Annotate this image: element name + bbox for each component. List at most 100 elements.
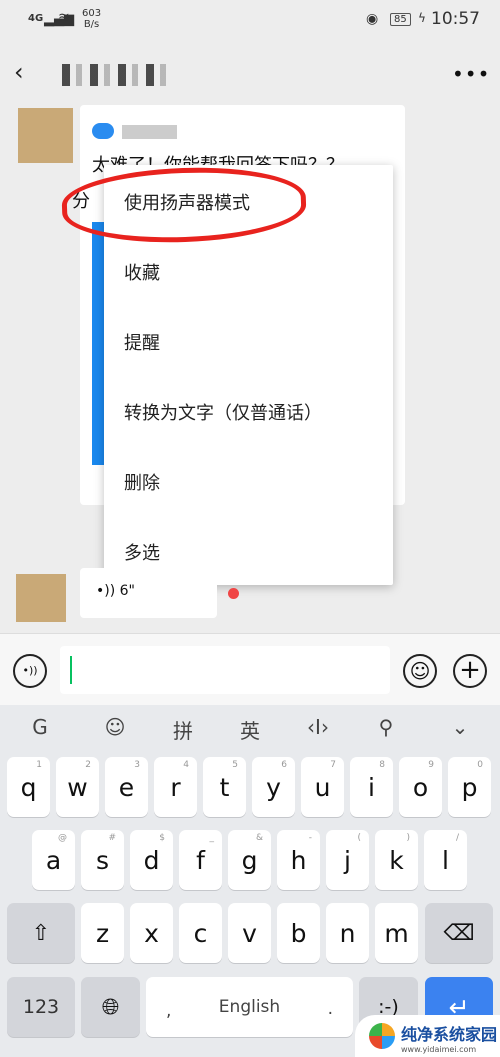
key-label: e bbox=[118, 772, 135, 802]
key-d[interactable]: $ d bbox=[130, 830, 173, 890]
message-input[interactable] bbox=[60, 646, 390, 694]
voice-duration: 6" bbox=[119, 583, 135, 599]
key-hint: ) bbox=[406, 833, 410, 843]
more-button[interactable]: ••• bbox=[452, 62, 490, 86]
unread-dot bbox=[228, 588, 239, 599]
keyboard-toolbar-button[interactable]: ⚲ bbox=[366, 715, 406, 739]
key-y[interactable]: 6y bbox=[252, 757, 295, 817]
menu-item-remind[interactable]: 提醒 bbox=[124, 329, 160, 355]
key-k[interactable]: ) k bbox=[375, 830, 418, 890]
keyboard-toolbar-button[interactable]: 拼 bbox=[163, 715, 203, 744]
status-bar: 4G ▂▄▆ ≋ 603 B/s ◉ 85 ϟ 10:57 bbox=[0, 0, 500, 40]
key-hint: / bbox=[455, 833, 459, 843]
menu-item-favorite[interactable]: 收藏 bbox=[124, 259, 160, 285]
key-q[interactable]: 1q bbox=[7, 757, 50, 817]
key-c[interactable]: c bbox=[179, 903, 222, 963]
key-t[interactable]: 5t bbox=[203, 757, 246, 817]
key-e[interactable]: 3e bbox=[105, 757, 148, 817]
back-button[interactable]: ‹ bbox=[14, 58, 24, 86]
space-key[interactable]: , English. bbox=[146, 977, 353, 1037]
key-label: g bbox=[241, 845, 258, 875]
key-label: j bbox=[344, 845, 351, 875]
voice-input-button[interactable]: •)) bbox=[13, 654, 47, 688]
voice-message[interactable]: •)) 6" bbox=[80, 568, 217, 618]
keyboard-toolbar-button[interactable]: ⌄ bbox=[440, 715, 480, 739]
key-g[interactable]: & g bbox=[228, 830, 271, 890]
key-hint: 6 bbox=[281, 760, 287, 770]
key-label: h bbox=[290, 845, 307, 875]
backspace-key[interactable]: ⌫ bbox=[425, 903, 493, 963]
key-h[interactable]: -h bbox=[277, 830, 320, 890]
key-hint: - bbox=[308, 833, 312, 843]
shift-icon: ⇧ bbox=[31, 920, 51, 946]
keyboard-toolbar-button[interactable]: G bbox=[20, 715, 60, 739]
menu-item-delete[interactable]: 删除 bbox=[124, 469, 160, 495]
backspace-icon: ⌫ bbox=[443, 920, 475, 946]
key-hint: 7 bbox=[330, 760, 336, 770]
numbers-key[interactable]: 123 bbox=[7, 977, 75, 1037]
key-label: l bbox=[442, 845, 449, 875]
app-icon bbox=[92, 123, 114, 139]
key-u[interactable]: 7u bbox=[301, 757, 344, 817]
key-w[interactable]: 2w bbox=[56, 757, 99, 817]
battery-icon: 85 bbox=[390, 13, 411, 26]
key-l[interactable]: / l bbox=[424, 830, 467, 890]
key-a[interactable]: @ a bbox=[32, 830, 75, 890]
key-label: f bbox=[196, 845, 205, 875]
key-label: p bbox=[461, 772, 478, 802]
key-label: t bbox=[219, 772, 230, 802]
key-label: r bbox=[170, 772, 181, 802]
clock: 10:57 bbox=[431, 9, 480, 29]
key-n[interactable]: n bbox=[326, 903, 369, 963]
sender-redacted bbox=[122, 125, 177, 139]
key-hint: ( bbox=[357, 833, 361, 843]
key-hint: _ bbox=[209, 833, 215, 843]
key-hint: 1 bbox=[36, 760, 42, 770]
keyboard-toolbar-button[interactable]: ‹I› bbox=[298, 715, 338, 739]
key-b[interactable]: b bbox=[277, 903, 320, 963]
key-label: k bbox=[389, 845, 404, 875]
key-i[interactable]: 8i bbox=[350, 757, 393, 817]
menu-item-multiselect[interactable]: 多选 bbox=[124, 539, 160, 565]
period-hint: . bbox=[327, 999, 333, 1019]
key-label: q bbox=[20, 772, 37, 802]
key-label: d bbox=[143, 845, 160, 875]
key-x[interactable]: x bbox=[130, 903, 173, 963]
key-r[interactable]: 4r bbox=[154, 757, 197, 817]
key-hint: # bbox=[108, 833, 116, 843]
watermark-title: 纯净系统家园 bbox=[401, 1025, 498, 1044]
charging-icon: ϟ bbox=[418, 11, 426, 25]
key-hint: 4 bbox=[183, 760, 189, 770]
key-m[interactable]: m bbox=[375, 903, 418, 963]
plus-button[interactable]: + bbox=[453, 654, 487, 688]
globe-icon: 🌐︎ bbox=[101, 994, 120, 1020]
key-z[interactable]: z bbox=[81, 903, 124, 963]
key-j[interactable]: (j bbox=[326, 830, 369, 890]
eye-comfort-icon: ◉ bbox=[366, 11, 379, 27]
watermark-url: www.yidaimei.com bbox=[401, 1045, 477, 1054]
preview-image bbox=[92, 222, 104, 465]
key-f[interactable]: _ f bbox=[179, 830, 222, 890]
key-hint: 2 bbox=[85, 760, 91, 770]
voice-icon: •)) bbox=[96, 583, 120, 599]
text-cursor bbox=[70, 656, 72, 684]
chat-title-redacted bbox=[62, 64, 172, 86]
shift-key[interactable]: ⇧ bbox=[7, 903, 75, 963]
key-o[interactable]: 9o bbox=[399, 757, 442, 817]
key-v[interactable]: v bbox=[228, 903, 271, 963]
avatar[interactable] bbox=[18, 108, 73, 163]
net-speed: 603 B/s bbox=[82, 8, 102, 30]
key-label: y bbox=[266, 772, 281, 802]
keyboard-toolbar-button[interactable]: 英 bbox=[230, 715, 270, 744]
key-label: s bbox=[95, 845, 110, 875]
avatar[interactable] bbox=[16, 574, 66, 622]
key-hint: & bbox=[255, 833, 263, 843]
key-s[interactable]: # s bbox=[81, 830, 124, 890]
emoji-button[interactable]: ☺ bbox=[403, 654, 437, 688]
keyboard-toolbar-button[interactable]: ☺ bbox=[95, 715, 135, 739]
key-label: i bbox=[368, 772, 375, 802]
menu-item-convert-text[interactable]: 转换为文字（仅普通话） bbox=[124, 399, 322, 425]
key-p[interactable]: 0p bbox=[448, 757, 491, 817]
key-hint: 3 bbox=[134, 760, 140, 770]
language-key[interactable]: 🌐︎ bbox=[81, 977, 140, 1037]
